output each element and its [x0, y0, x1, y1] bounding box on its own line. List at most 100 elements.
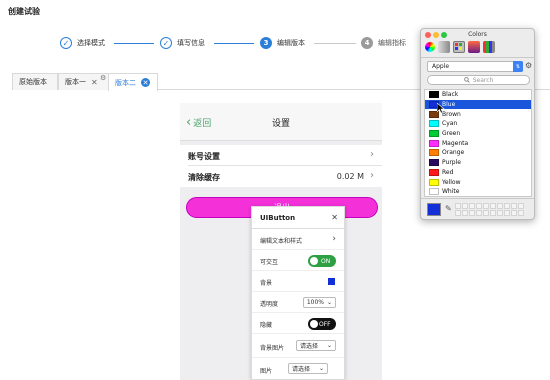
color-list-item[interactable]: Green	[425, 129, 531, 139]
pencils-icon[interactable]	[483, 41, 495, 53]
custom-swatch-slot[interactable]	[476, 203, 482, 209]
check-icon: ✓	[160, 37, 172, 49]
custom-swatch-slot[interactable]	[518, 203, 524, 209]
interactable-toggle[interactable]: ON	[308, 255, 336, 267]
color-list-item[interactable]: Cyan	[425, 119, 531, 129]
color-search-input[interactable]: Search	[427, 75, 530, 85]
step-select-mode[interactable]: ✓ 选择模式	[60, 36, 105, 50]
search-icon	[463, 77, 470, 83]
custom-swatch-slot[interactable]	[504, 203, 510, 209]
color-list-item[interactable]: Yellow	[425, 177, 531, 187]
image-select[interactable]: 请选择 ⌄	[288, 363, 328, 374]
close-icon[interactable]: ✕	[91, 78, 98, 87]
color-list-item[interactable]: Magenta	[425, 138, 531, 148]
tab-label: 版本一	[65, 78, 86, 86]
tab-version-2[interactable]: 版本二 ✕	[108, 73, 158, 91]
divider	[421, 198, 534, 199]
color-swatch	[429, 149, 439, 157]
row-clear-cache[interactable]: 清除缓存 0.02 M ›	[180, 166, 382, 187]
tab-label: 版本二	[115, 78, 136, 87]
custom-swatch-slot[interactable]	[518, 210, 524, 216]
check-icon: ✓	[60, 37, 72, 49]
close-icon[interactable]: ✕	[331, 213, 338, 222]
step-fill-info[interactable]: ✓ 填写信息	[160, 36, 205, 50]
custom-swatch-slot[interactable]	[462, 203, 468, 209]
opacity-select[interactable]: 100% ⌄	[302, 297, 336, 308]
toggle-knob	[310, 320, 318, 328]
gear-icon[interactable]: ⚙	[525, 61, 532, 70]
custom-swatch-slot[interactable]	[504, 210, 510, 216]
current-color-well[interactable]	[427, 203, 441, 216]
custom-swatch-slot[interactable]	[462, 210, 468, 216]
palettes-icon[interactable]	[453, 41, 465, 53]
color-wheel-icon[interactable]	[425, 42, 435, 52]
custom-swatch-slot[interactable]	[511, 203, 517, 209]
sliders-icon[interactable]	[438, 41, 450, 53]
color-swatch	[429, 120, 439, 128]
color-swatch	[429, 139, 439, 147]
chevron-right-icon: ›	[370, 149, 374, 160]
toggle-text: OFF	[319, 320, 331, 328]
color-swatch	[429, 168, 439, 176]
nav-title: 设置	[271, 119, 290, 129]
custom-swatch-slot[interactable]	[490, 210, 496, 216]
color-list-item[interactable]: White	[425, 187, 531, 197]
color-mode-toolbar	[425, 41, 495, 55]
image-palette-icon[interactable]	[468, 41, 480, 53]
custom-swatch-slot[interactable]	[469, 203, 475, 209]
close-icon[interactable]: ✕	[141, 78, 150, 87]
row-label: 透明度	[260, 301, 279, 308]
custom-swatch-slot[interactable]	[469, 210, 475, 216]
step-edit-metrics[interactable]: 4 编辑指标	[361, 36, 406, 50]
row-account-settings[interactable]: 账号设置 ›	[180, 145, 382, 166]
step-connector	[314, 43, 356, 44]
color-swatch	[429, 188, 439, 196]
bg-image-row: 背景图片 请选择 ⌄	[252, 334, 344, 358]
uibutton-inspector: UIButton ✕ 编辑文本和样式 › 可交互 ON 背景 透明度 100% …	[251, 206, 345, 380]
palette-select[interactable]: Apple ⇅	[427, 61, 523, 72]
color-list-item[interactable]: Red	[425, 168, 531, 178]
color-name: White	[442, 188, 460, 196]
select-value: 请选择	[300, 343, 319, 350]
color-swatch	[429, 159, 439, 167]
custom-swatch-slot[interactable]	[483, 203, 489, 209]
step-number-badge: 4	[361, 37, 373, 49]
step-edit-version[interactable]: 3 编辑版本	[260, 36, 305, 50]
edit-text-style-row[interactable]: 编辑文本和样式 ›	[252, 229, 344, 250]
background-color-swatch[interactable]	[328, 278, 335, 285]
eyedropper-icon[interactable]: ✎	[445, 204, 452, 213]
row-label: 图片	[260, 368, 273, 375]
color-list-item[interactable]: Purple	[425, 158, 531, 168]
custom-swatch-slot[interactable]	[483, 210, 489, 216]
custom-swatches	[455, 203, 524, 216]
mouse-cursor-icon	[437, 103, 445, 113]
custom-swatch-slot[interactable]	[490, 203, 496, 209]
color-list-item[interactable]: Black	[425, 90, 531, 100]
row-label: 背景图片	[260, 345, 285, 352]
add-tab-button[interactable]: ⚙	[100, 74, 106, 82]
custom-swatch-slot[interactable]	[511, 210, 517, 216]
colors-panel: Colors Apple ⇅ ⚙ Search Black Blue Brown Cy…	[420, 28, 535, 220]
custom-swatch-slot[interactable]	[455, 210, 461, 216]
custom-swatch-slot[interactable]	[455, 203, 461, 209]
divider	[421, 57, 534, 58]
custom-swatch-slot[interactable]	[476, 210, 482, 216]
toggle-knob	[310, 257, 318, 265]
chevron-right-icon: ›	[370, 170, 374, 181]
tab-original[interactable]: 原始版本	[12, 73, 58, 90]
color-list-item[interactable]: Orange	[425, 148, 531, 158]
tab-label: 原始版本	[19, 78, 47, 86]
hidden-toggle[interactable]: OFF	[308, 318, 336, 330]
page-title: 创建试验	[8, 7, 40, 16]
chevron-down-icon: ⌄	[326, 342, 332, 349]
color-name: Magenta	[442, 139, 469, 147]
bg-image-select[interactable]: 请选择 ⌄	[296, 340, 336, 351]
step-label: 编辑版本	[277, 39, 305, 47]
inspector-title: UIButton	[260, 214, 296, 222]
step-label: 填写信息	[177, 39, 205, 47]
custom-swatch-slot[interactable]	[497, 210, 503, 216]
color-swatch	[429, 91, 439, 99]
opacity-row: 透明度 100% ⌄	[252, 292, 344, 313]
custom-swatch-slot[interactable]	[497, 203, 503, 209]
title-bar[interactable]: Colors	[421, 29, 534, 41]
